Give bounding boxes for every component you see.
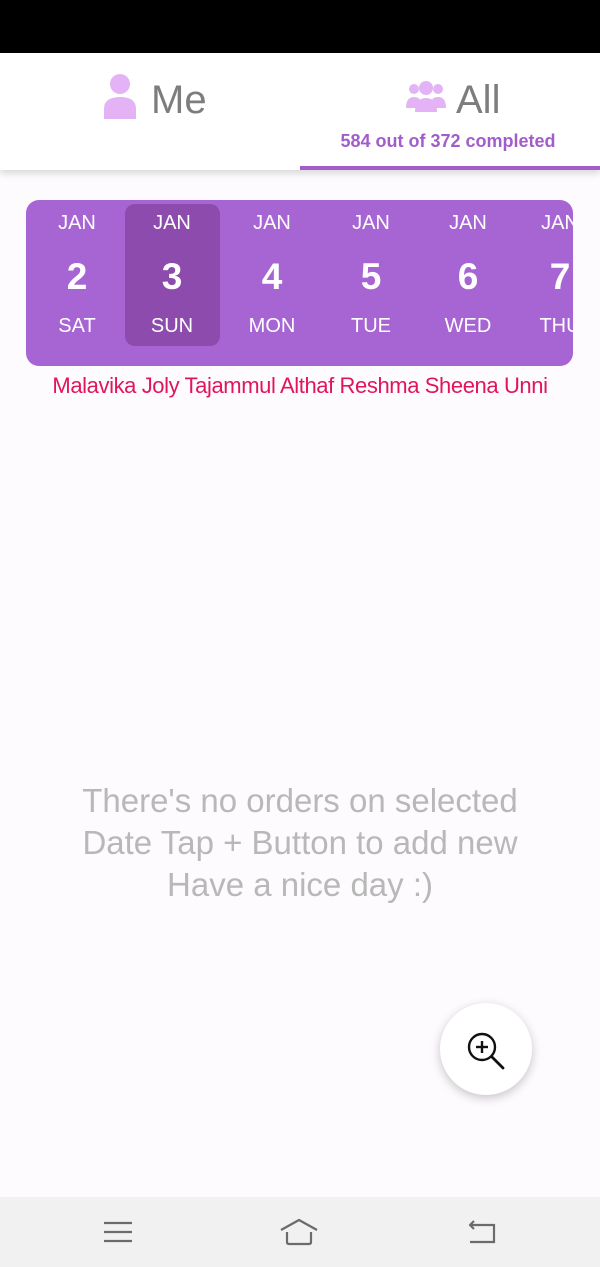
date-day: 6 — [457, 256, 479, 297]
zoom-in-icon — [467, 1032, 505, 1070]
date-month: JAN — [153, 212, 191, 234]
date-day: 7 — [549, 256, 571, 297]
date-item-selected[interactable]: JAN 3 SUN — [124, 200, 220, 366]
person-icon — [104, 74, 136, 119]
tab-all[interactable]: All 584 out of 372 completed — [300, 53, 600, 170]
date-item[interactable]: JAN 7 THU — [512, 200, 573, 366]
date-item[interactable]: JAN 2 SAT — [29, 200, 125, 366]
date-day: 4 — [261, 256, 283, 297]
back-icon[interactable] — [462, 1217, 502, 1247]
empty-state-line: Have a nice day :) — [167, 866, 433, 903]
date-weekday: SUN — [150, 315, 194, 337]
date-day: 5 — [360, 256, 382, 297]
date-weekday: SAT — [58, 315, 96, 337]
system-nav-bar — [0, 1197, 600, 1267]
tab-all-label: All — [456, 78, 501, 122]
date-month: JAN — [541, 212, 573, 234]
empty-state-line: There's no orders on selected — [82, 782, 518, 819]
date-item[interactable]: JAN 4 MON — [224, 200, 320, 366]
date-item[interactable]: JAN 6 WED — [420, 200, 516, 366]
date-day: 3 — [161, 256, 183, 297]
completion-count: 584 out of 372 completed — [340, 131, 556, 151]
group-icon — [406, 81, 446, 112]
date-month: JAN — [352, 212, 390, 234]
assignee-names: Malavika Joly Tajammul Althaf Reshma She… — [52, 373, 548, 398]
date-month: JAN — [58, 212, 96, 234]
zoom-fab-button[interactable] — [440, 1003, 532, 1095]
date-weekday: WED — [444, 315, 492, 337]
date-month: JAN — [449, 212, 487, 234]
date-weekday: THU — [539, 315, 573, 337]
date-weekday: TUE — [351, 315, 391, 337]
date-strip: JAN 2 SAT JAN 3 SUN JAN 4 MON JAN 5 TUE … — [26, 200, 573, 366]
tab-me-label: Me — [151, 78, 207, 122]
date-month: JAN — [253, 212, 291, 234]
home-icon[interactable] — [279, 1217, 319, 1247]
empty-state-message: There's no orders on selected Date Tap +… — [40, 780, 560, 906]
empty-state-line: Date Tap + Button to add new — [82, 824, 518, 861]
date-item[interactable]: JAN 5 TUE — [323, 200, 419, 366]
status-bar — [0, 0, 600, 53]
tab-bar: Me All 584 out of 372 completed — [0, 53, 600, 170]
tab-me[interactable]: Me — [0, 53, 300, 170]
date-day: 2 — [66, 256, 88, 297]
active-tab-indicator — [300, 166, 600, 170]
menu-icon[interactable] — [98, 1217, 138, 1247]
date-weekday: MON — [248, 315, 296, 337]
